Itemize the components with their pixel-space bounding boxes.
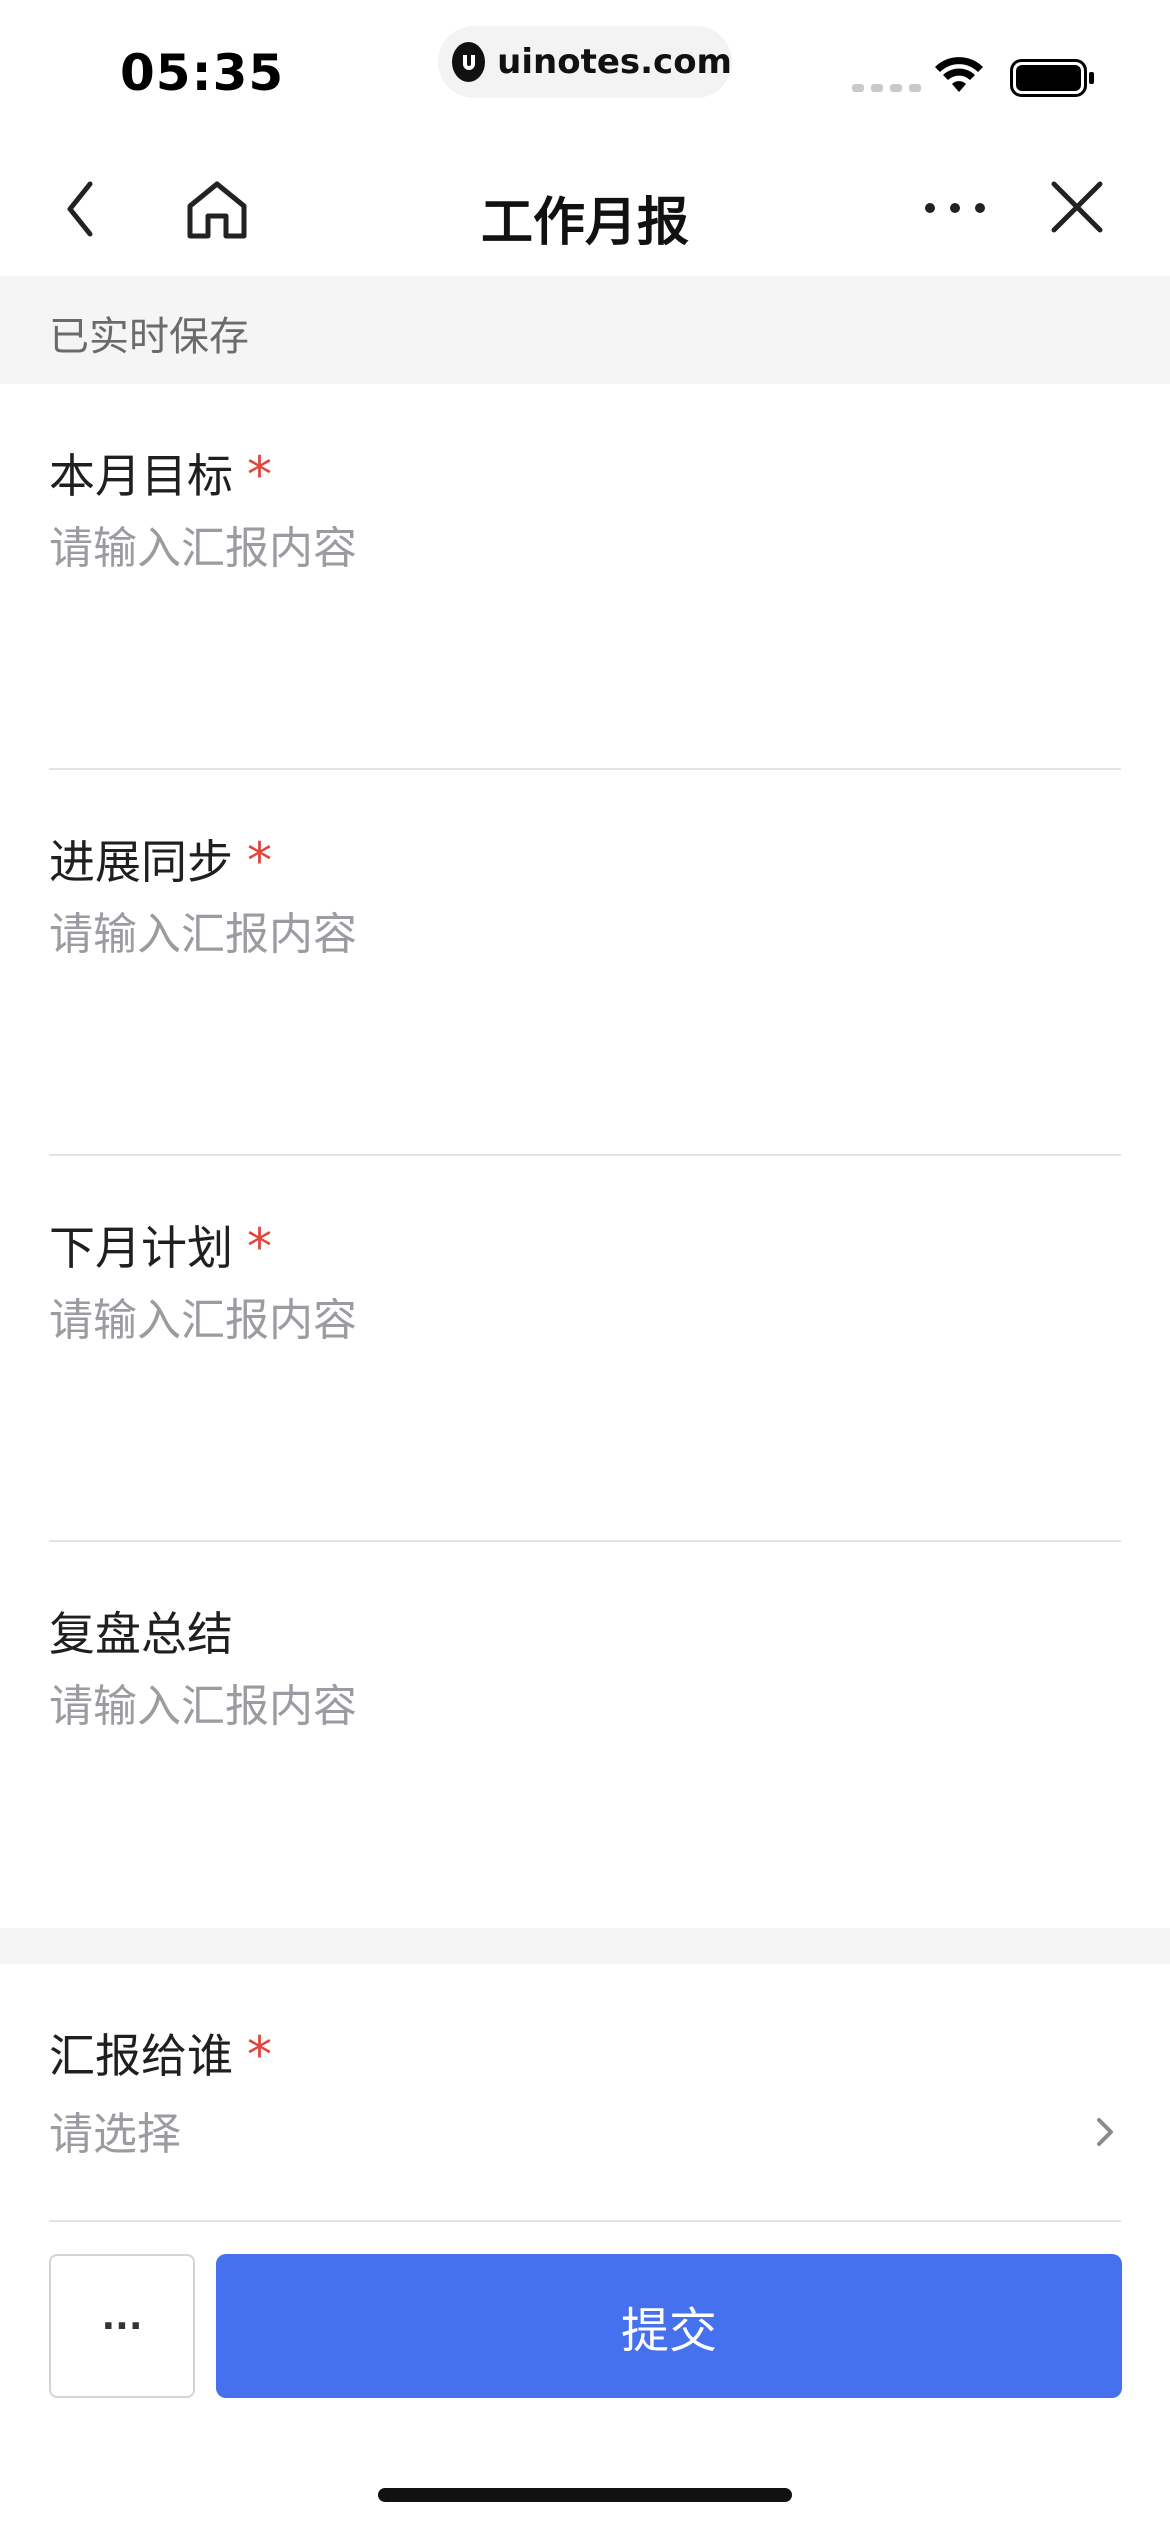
field-label: 本月目标 * xyxy=(49,446,272,504)
monthly-goal-input[interactable]: 请输入汇报内容 xyxy=(49,512,357,576)
required-mark: * xyxy=(247,446,272,504)
field-review-summary[interactable]: 复盘总结 请输入汇报内容 xyxy=(0,1542,1170,1928)
divider xyxy=(49,2220,1121,2222)
field-label: 下月计划 * xyxy=(49,1218,272,1276)
progress-sync-input[interactable]: 请输入汇报内容 xyxy=(49,898,357,962)
required-mark: * xyxy=(247,2026,272,2084)
saved-status-bar: 已实时保存 xyxy=(0,276,1170,384)
field-progress-sync[interactable]: 进展同步 * 请输入汇报内容 xyxy=(0,770,1170,1156)
section-gap xyxy=(0,1928,1170,1964)
recipient-select[interactable]: 请选择 xyxy=(49,2098,181,2162)
nav-bar: 工作月报 xyxy=(0,140,1170,276)
chevron-right-icon[interactable] xyxy=(1090,2112,1120,2152)
required-mark: * xyxy=(247,832,272,890)
status-bar: 05:35 uinotes.com xyxy=(0,0,1170,140)
status-time: 05:35 xyxy=(120,44,285,102)
field-label: 复盘总结 xyxy=(49,1607,233,1661)
home-indicator[interactable] xyxy=(378,2488,792,2502)
submit-button[interactable]: 提交 xyxy=(216,2254,1122,2398)
wifi-icon xyxy=(935,57,983,92)
url-text: uinotes.com xyxy=(497,42,732,82)
site-logo-icon xyxy=(452,42,486,82)
saved-status-text: 已实时保存 xyxy=(49,314,249,360)
review-summary-input[interactable]: 请输入汇报内容 xyxy=(49,1670,357,1734)
field-label: 进展同步 * xyxy=(49,832,272,890)
signal-icon xyxy=(852,84,921,92)
field-monthly-goal[interactable]: 本月目标 * 请输入汇报内容 xyxy=(0,384,1170,770)
required-mark: * xyxy=(247,1218,272,1276)
battery-icon xyxy=(1010,59,1094,97)
url-pill[interactable]: uinotes.com xyxy=(438,26,732,98)
close-icon[interactable] xyxy=(1046,176,1108,238)
field-next-month-plan[interactable]: 下月计划 * 请输入汇报内容 xyxy=(0,1156,1170,1542)
more-icon[interactable] xyxy=(922,188,988,228)
next-month-plan-input[interactable]: 请输入汇报内容 xyxy=(49,1284,357,1348)
field-recipient[interactable]: 汇报给谁 * 请选择 xyxy=(0,1964,1170,2220)
field-label: 汇报给谁 * xyxy=(49,2026,272,2084)
page-title: 工作月报 xyxy=(480,193,689,253)
more-actions-button[interactable]: ··· xyxy=(49,2254,195,2398)
